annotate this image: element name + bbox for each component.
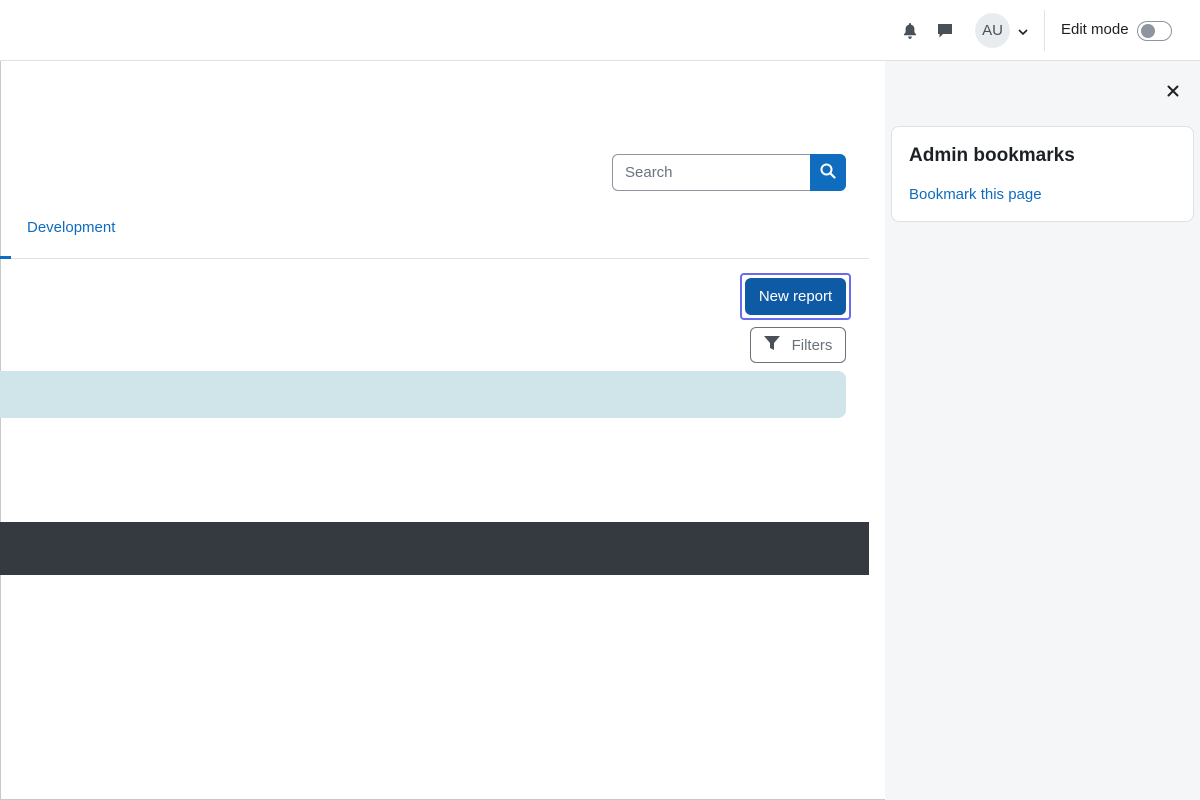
- admin-tabs: Development: [0, 210, 869, 259]
- filters-button[interactable]: Filters: [750, 327, 846, 363]
- block-title: Admin bookmarks: [909, 145, 1075, 166]
- search-form: [612, 154, 846, 191]
- edit-mode-toggle[interactable]: [1137, 21, 1172, 41]
- active-tab-indicator: [0, 256, 11, 259]
- new-report-button[interactable]: New report: [745, 278, 846, 315]
- info-alert: [0, 371, 846, 418]
- search-button[interactable]: [810, 154, 846, 191]
- search-input[interactable]: [612, 154, 810, 191]
- close-icon[interactable]: [1165, 83, 1181, 99]
- toggle-knob: [1141, 24, 1155, 38]
- chevron-down-icon[interactable]: [1017, 25, 1029, 37]
- avatar-initials: AU: [982, 22, 1003, 39]
- filters-label: Filters: [791, 336, 833, 354]
- bell-icon[interactable]: [901, 22, 919, 40]
- edit-mode-label: Edit mode: [1061, 21, 1129, 38]
- navbar-divider: [1044, 10, 1045, 51]
- filter-icon: [763, 336, 780, 354]
- avatar[interactable]: AU: [975, 13, 1010, 48]
- chat-icon[interactable]: [936, 22, 954, 40]
- search-icon: [820, 163, 836, 182]
- admin-bookmarks-block: Admin bookmarks Bookmark this page: [891, 126, 1194, 222]
- tab-development[interactable]: Development: [27, 219, 115, 236]
- top-navbar: AU Edit mode: [0, 0, 1200, 61]
- footer-bar: [0, 522, 869, 575]
- bookmark-this-page-link[interactable]: Bookmark this page: [909, 186, 1042, 203]
